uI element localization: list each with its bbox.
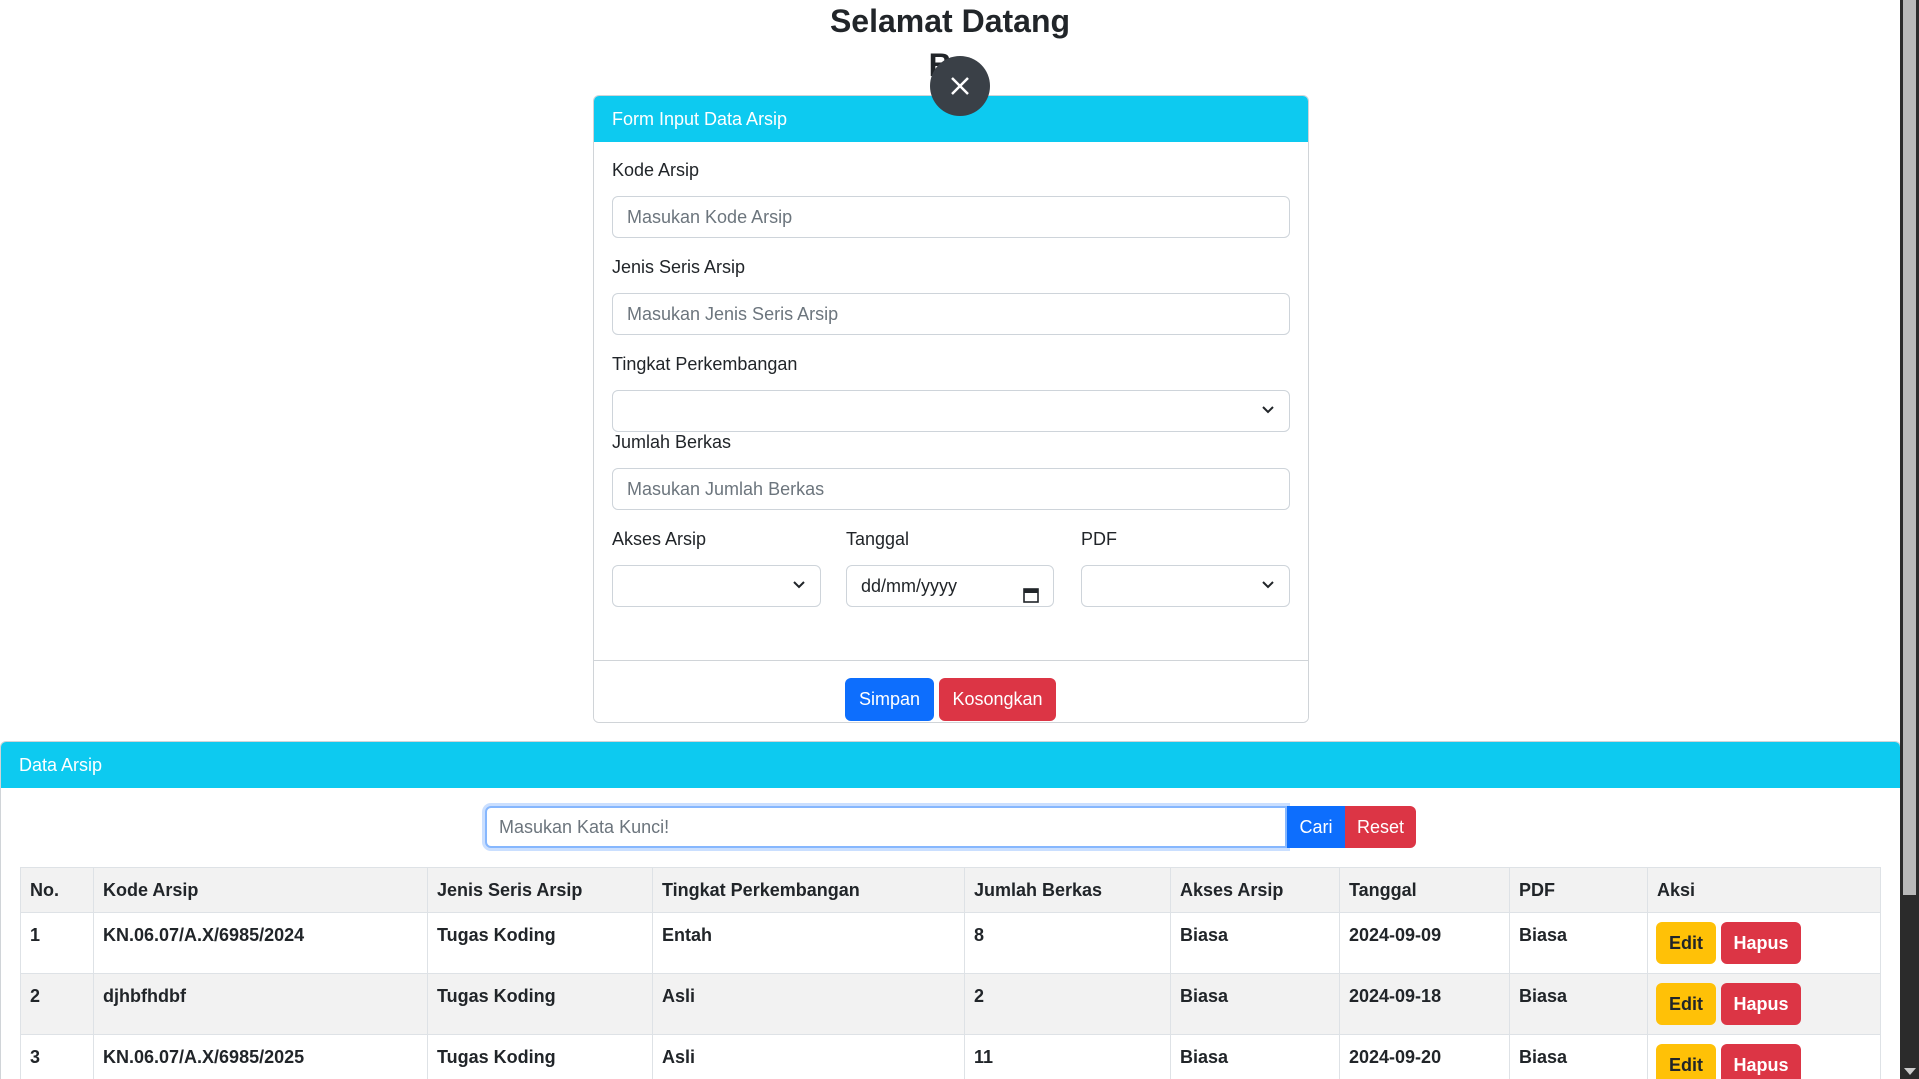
calendar-icon[interactable]: [1023, 577, 1039, 603]
cell-tanggal: 2024-09-20: [1339, 1034, 1510, 1079]
scrollbar-thumb[interactable]: [1903, 0, 1916, 895]
cell-kode-arsip: KN.06.07/A.X/6985/2024: [93, 912, 428, 974]
table-header-row: No. Kode Arsip Jenis Seris Arsip Tingkat…: [20, 867, 1881, 913]
hapus-button[interactable]: Hapus: [1721, 922, 1801, 964]
cari-button[interactable]: Cari: [1287, 806, 1345, 848]
data-table: No. Kode Arsip Jenis Seris Arsip Tingkat…: [20, 867, 1881, 1079]
tingkat-perkembangan-label: Tingkat Perkembangan: [612, 354, 798, 374]
chevron-down-icon: [1261, 403, 1275, 422]
page: Selamat Datang Bu Form Input Data Arsip …: [0, 0, 1900, 1079]
close-icon[interactable]: [930, 56, 990, 116]
cell-jenis-seris: Tugas Koding: [427, 973, 653, 1035]
tanggal-input[interactable]: dd/mm/yyyy: [846, 565, 1054, 607]
cell-pdf: Biasa: [1509, 912, 1648, 974]
pdf-select[interactable]: [1081, 565, 1290, 607]
kode-arsip-input[interactable]: [612, 196, 1290, 238]
cell-jumlah: 2: [964, 973, 1171, 1035]
column-header: Jenis Seris Arsip: [427, 867, 653, 913]
edit-button[interactable]: Edit: [1656, 1044, 1716, 1079]
data-arsip-card: Data Arsip Cari Reset No. Kode Arsip Jen…: [0, 741, 1900, 1079]
hapus-button[interactable]: Hapus: [1721, 983, 1801, 1025]
cell-akses: Biasa: [1170, 912, 1340, 974]
page-title: Selamat Datang: [829, 3, 1071, 39]
cell-pdf: Biasa: [1509, 1034, 1648, 1079]
scroll-down-arrow-icon[interactable]: [1904, 1068, 1916, 1075]
search-input[interactable]: [485, 806, 1287, 848]
column-header: Tingkat Perkembangan: [652, 867, 965, 913]
data-arsip-header: Data Arsip: [1, 742, 1900, 788]
cell-kode-arsip: djhbfhdbf: [93, 973, 428, 1035]
cell-tanggal: 2024-09-09: [1339, 912, 1510, 974]
akses-arsip-label: Akses Arsip: [612, 529, 707, 549]
cell-tingkat: Asli: [652, 1034, 965, 1079]
form-card: Form Input Data Arsip Kode Arsip Jenis S…: [593, 95, 1309, 723]
column-header: Aksi: [1647, 867, 1881, 913]
chevron-down-icon: [1261, 578, 1275, 597]
akses-arsip-select[interactable]: [612, 565, 821, 607]
jumlah-berkas-label: Jumlah Berkas: [612, 432, 732, 452]
reset-button[interactable]: Reset: [1345, 806, 1416, 848]
column-header: Jumlah Berkas: [964, 867, 1171, 913]
cell-akses: Biasa: [1170, 1034, 1340, 1079]
cell-akses: Biasa: [1170, 973, 1340, 1035]
cell-aksi: Edit Hapus: [1647, 912, 1881, 974]
table-row: 3 KN.06.07/A.X/6985/2025 Tugas Koding As…: [20, 1034, 1881, 1079]
cell-no: 3: [20, 1034, 94, 1079]
jenis-seris-input[interactable]: [612, 293, 1290, 335]
table-row: 2 djhbfhdbf Tugas Koding Asli 2 Biasa 20…: [20, 973, 1881, 1035]
column-header: Kode Arsip: [93, 867, 428, 913]
column-header: No.: [20, 867, 94, 913]
tanggal-label: Tanggal: [846, 529, 910, 549]
simpan-button[interactable]: Simpan: [845, 678, 934, 721]
edit-button[interactable]: Edit: [1656, 922, 1716, 964]
cell-jumlah: 11: [964, 1034, 1171, 1079]
cell-jumlah: 8: [964, 912, 1171, 974]
cell-jenis-seris: Tugas Koding: [427, 1034, 653, 1079]
cell-tanggal: 2024-09-18: [1339, 973, 1510, 1035]
column-header: PDF: [1509, 867, 1648, 913]
table-row: 1 KN.06.07/A.X/6985/2024 Tugas Koding En…: [20, 912, 1881, 974]
jenis-seris-label: Jenis Seris Arsip: [612, 257, 746, 277]
cell-aksi: Edit Hapus: [1647, 1034, 1881, 1079]
hapus-button[interactable]: Hapus: [1721, 1044, 1801, 1079]
cell-no: 1: [20, 912, 94, 974]
kode-arsip-label: Kode Arsip: [612, 160, 700, 180]
cell-aksi: Edit Hapus: [1647, 973, 1881, 1035]
cell-pdf: Biasa: [1509, 973, 1648, 1035]
pdf-label: PDF: [1081, 529, 1117, 549]
form-card-footer: Simpan Kosongkan: [594, 660, 1308, 722]
cell-tingkat: Entah: [652, 912, 965, 974]
cell-kode-arsip: KN.06.07/A.X/6985/2025: [93, 1034, 428, 1079]
cell-tingkat: Asli: [652, 973, 965, 1035]
tanggal-value: dd/mm/yyyy: [861, 576, 958, 596]
vertical-scrollbar[interactable]: [1900, 0, 1919, 1079]
column-header: Tanggal: [1339, 867, 1510, 913]
edit-button[interactable]: Edit: [1656, 983, 1716, 1025]
cell-jenis-seris: Tugas Koding: [427, 912, 653, 974]
kosongkan-button[interactable]: Kosongkan: [939, 678, 1056, 721]
cell-no: 2: [20, 973, 94, 1035]
column-header: Akses Arsip: [1170, 867, 1340, 913]
chevron-down-icon: [792, 578, 806, 597]
tingkat-perkembangan-select[interactable]: [612, 390, 1290, 432]
jumlah-berkas-input[interactable]: [612, 468, 1290, 510]
